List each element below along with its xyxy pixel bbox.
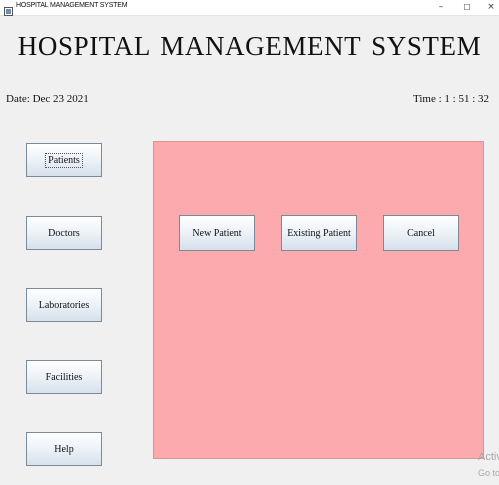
help-button-label: Help [54, 443, 74, 455]
patient-options-panel: New Patient Existing Patient Cancel [153, 141, 484, 459]
patients-button-label: Patients [45, 152, 83, 168]
laboratories-button[interactable]: Laboratories [26, 288, 102, 322]
facilities-button-label: Facilities [45, 371, 83, 383]
facilities-button[interactable]: Facilities [26, 360, 102, 394]
activation-watermark-line2: Go to [478, 468, 499, 478]
laboratories-button-label: Laboratories [38, 299, 90, 311]
close-button[interactable]: × [478, 0, 499, 15]
maximize-button[interactable]: ☐ [454, 0, 480, 15]
help-button[interactable]: Help [26, 432, 102, 466]
window-title: HOSPITAL MANAGEMENT SYSTEM [16, 2, 128, 9]
new-patient-button[interactable]: New Patient [179, 215, 255, 251]
cancel-button[interactable]: Cancel [383, 215, 459, 251]
existing-patient-button[interactable]: Existing Patient [281, 215, 357, 251]
window-titlebar: HOSPITAL MANAGEMENT SYSTEM – ☐ × [0, 0, 499, 16]
minimize-button[interactable]: – [428, 0, 454, 15]
doctors-button-label: Doctors [48, 227, 80, 239]
doctors-button[interactable]: Doctors [26, 216, 102, 250]
page-title: HOSPITAL MANAGEMENT SYSTEM [17, 31, 482, 61]
activation-watermark-line1: Activ [478, 451, 499, 463]
patients-button[interactable]: Patients [26, 143, 102, 177]
app-icon [4, 3, 13, 16]
time-label: Time : 1 : 51 : 32 [413, 93, 489, 105]
date-label: Date: Dec 23 2021 [6, 93, 89, 105]
